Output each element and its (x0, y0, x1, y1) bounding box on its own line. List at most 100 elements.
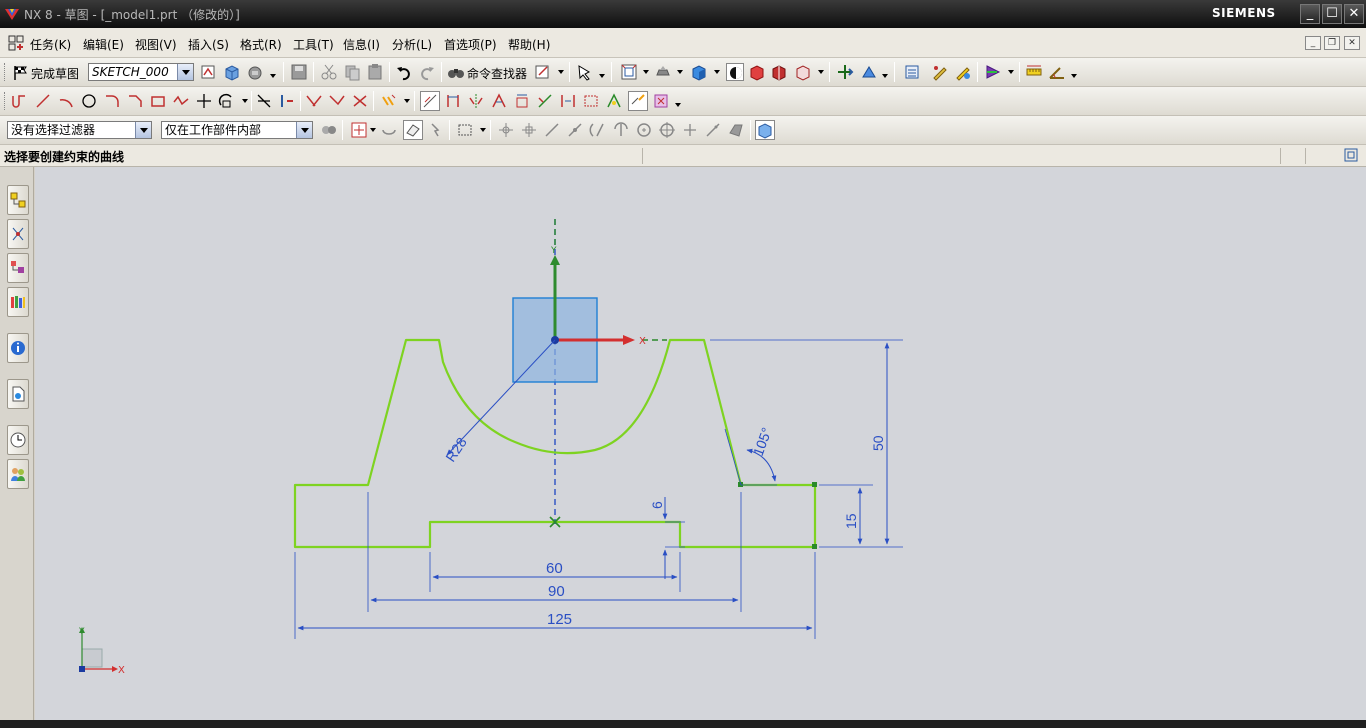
measure-distance-icon[interactable] (1025, 63, 1043, 81)
chevron-down-icon[interactable] (135, 122, 151, 138)
rectangle-select-icon[interactable] (456, 121, 474, 139)
circle-icon[interactable] (80, 92, 98, 110)
sketch-name-select[interactable]: SKETCH_000 (88, 63, 194, 81)
cut-icon[interactable] (320, 63, 338, 81)
vertex-point[interactable] (812, 544, 817, 549)
snap-view-icon[interactable] (576, 63, 594, 81)
dropdown-arrow-icon[interactable] (480, 128, 486, 132)
doc-close-button[interactable]: ✕ (1344, 36, 1360, 50)
pattern-icon[interactable] (380, 92, 398, 110)
snap-on-curve-icon[interactable] (704, 121, 722, 139)
make-corner-icon[interactable] (328, 92, 346, 110)
chevron-down-icon[interactable] (296, 122, 312, 138)
angle-dimension[interactable]: 105° (750, 425, 775, 458)
menu-edit[interactable]: 编辑(E) (83, 36, 124, 53)
menu-preferences[interactable]: 首选项(P) (444, 36, 497, 53)
snap-quadrant-icon[interactable] (658, 121, 676, 139)
snap-on-surface-icon[interactable] (727, 121, 745, 139)
animate-dimension-icon[interactable] (559, 92, 577, 110)
dropdown-arrow-icon[interactable] (242, 99, 248, 103)
dropdown-arrow-icon[interactable] (643, 70, 649, 74)
slot-width-dimension[interactable]: 60 (546, 560, 563, 577)
radius-dimension[interactable]: R28 (442, 434, 470, 464)
chevron-down-icon[interactable] (177, 64, 193, 80)
menu-info[interactable]: 信息(I) (343, 36, 380, 53)
rotate-view-icon[interactable] (654, 63, 672, 81)
hd3d-tools-tab[interactable] (7, 333, 29, 363)
derived-lines-icon[interactable] (351, 92, 369, 110)
dropdown-arrow-icon[interactable] (882, 74, 888, 78)
menu-format[interactable]: 格式(R) (240, 36, 282, 53)
orient-component-icon[interactable] (860, 63, 878, 81)
quick-trim-icon[interactable] (255, 92, 273, 110)
snap-center-icon[interactable] (635, 121, 653, 139)
undo-icon[interactable] (395, 63, 413, 81)
roles-tab[interactable] (7, 459, 29, 489)
snap-endpoint-icon[interactable] (497, 121, 515, 139)
show-constraints-icon[interactable] (490, 92, 508, 110)
dropdown-arrow-icon[interactable] (1008, 70, 1014, 74)
rectangle-icon[interactable] (149, 92, 167, 110)
assembly-navigator-tab[interactable] (7, 185, 29, 215)
menu-tools[interactable]: 工具(T) (293, 36, 334, 53)
constraint-navigator-tab[interactable] (7, 219, 29, 249)
menu-grid-icon[interactable] (8, 35, 24, 51)
layer-settings-icon[interactable] (903, 63, 921, 81)
menu-help[interactable]: 帮助(H) (508, 36, 550, 53)
update-model-icon[interactable] (246, 63, 264, 81)
edit-object-icon[interactable] (931, 63, 949, 81)
history-tab[interactable] (7, 425, 29, 455)
height-dimension[interactable]: 50 (870, 435, 886, 451)
part-navigator-tab[interactable] (7, 253, 29, 283)
menu-insert[interactable]: 插入(S) (188, 36, 229, 53)
fillet-icon[interactable] (103, 92, 121, 110)
3d-selection-icon[interactable] (755, 120, 775, 140)
maximize-button[interactable]: ☐ (1322, 4, 1342, 24)
fit-view-icon[interactable] (620, 63, 638, 81)
menu-analysis[interactable]: 分析(L) (392, 36, 432, 53)
dropdown-arrow-icon[interactable] (675, 103, 681, 107)
profile-icon[interactable] (10, 92, 28, 110)
display-mode-icon[interactable] (726, 63, 744, 81)
snap-existing-point-icon[interactable] (681, 121, 699, 139)
dropdown-arrow-icon[interactable] (270, 74, 276, 78)
binoculars-icon[interactable] (447, 63, 465, 81)
doc-restore-button[interactable]: ❐ (1324, 36, 1340, 50)
sketch-canvas[interactable]: Y X R28 105° 50 15 6 60 90 125 Y X (35, 167, 1366, 720)
curve-rule-icon[interactable] (380, 121, 398, 139)
total-width-dimension[interactable]: 125 (547, 611, 572, 628)
snap-control-icon[interactable] (566, 121, 584, 139)
sketch-tool-icon[interactable] (534, 63, 552, 81)
close-button[interactable]: ✕ (1344, 4, 1364, 24)
relations-browser-icon[interactable] (652, 92, 670, 110)
snap-point-icon[interactable] (350, 121, 368, 139)
doc-minimize-button[interactable]: _ (1305, 36, 1321, 50)
dropdown-arrow-icon[interactable] (404, 99, 410, 103)
wire-cube-icon[interactable] (794, 63, 812, 81)
dropdown-arrow-icon[interactable] (714, 70, 720, 74)
dropdown-arrow-icon[interactable] (558, 70, 564, 74)
red-cube-icon[interactable] (748, 63, 766, 81)
dropdown-arrow-icon[interactable] (599, 74, 605, 78)
selection-scope-select[interactable]: 仅在工作部件内部 (161, 121, 313, 139)
dropdown-arrow-icon[interactable] (370, 128, 376, 132)
color-object-icon[interactable] (954, 63, 972, 81)
snap-tangent-icon[interactable] (612, 121, 630, 139)
sketch-orient-icon[interactable] (200, 63, 218, 81)
dropdown-arrow-icon[interactable] (677, 70, 683, 74)
snap-intersection-icon[interactable] (589, 121, 607, 139)
slot-depth-dimension[interactable]: 6 (649, 501, 665, 509)
dropdown-arrow-icon[interactable] (818, 70, 824, 74)
finish-sketch-button[interactable]: 完成草图 (31, 65, 79, 82)
offset-curve-icon[interactable] (218, 92, 236, 110)
mid-width-dimension[interactable]: 90 (548, 583, 565, 600)
type-filter-select[interactable]: 没有选择过滤器 (7, 121, 152, 139)
reattach-icon[interactable] (223, 63, 241, 81)
toolbar-grip[interactable] (4, 63, 7, 81)
paste-icon[interactable] (366, 63, 384, 81)
web-browser-tab[interactable] (7, 379, 29, 409)
section-cube-icon[interactable] (770, 63, 788, 81)
select-features-icon[interactable] (428, 121, 446, 139)
step-dimension[interactable]: 15 (843, 513, 859, 529)
toolbar-grip[interactable] (4, 92, 7, 110)
